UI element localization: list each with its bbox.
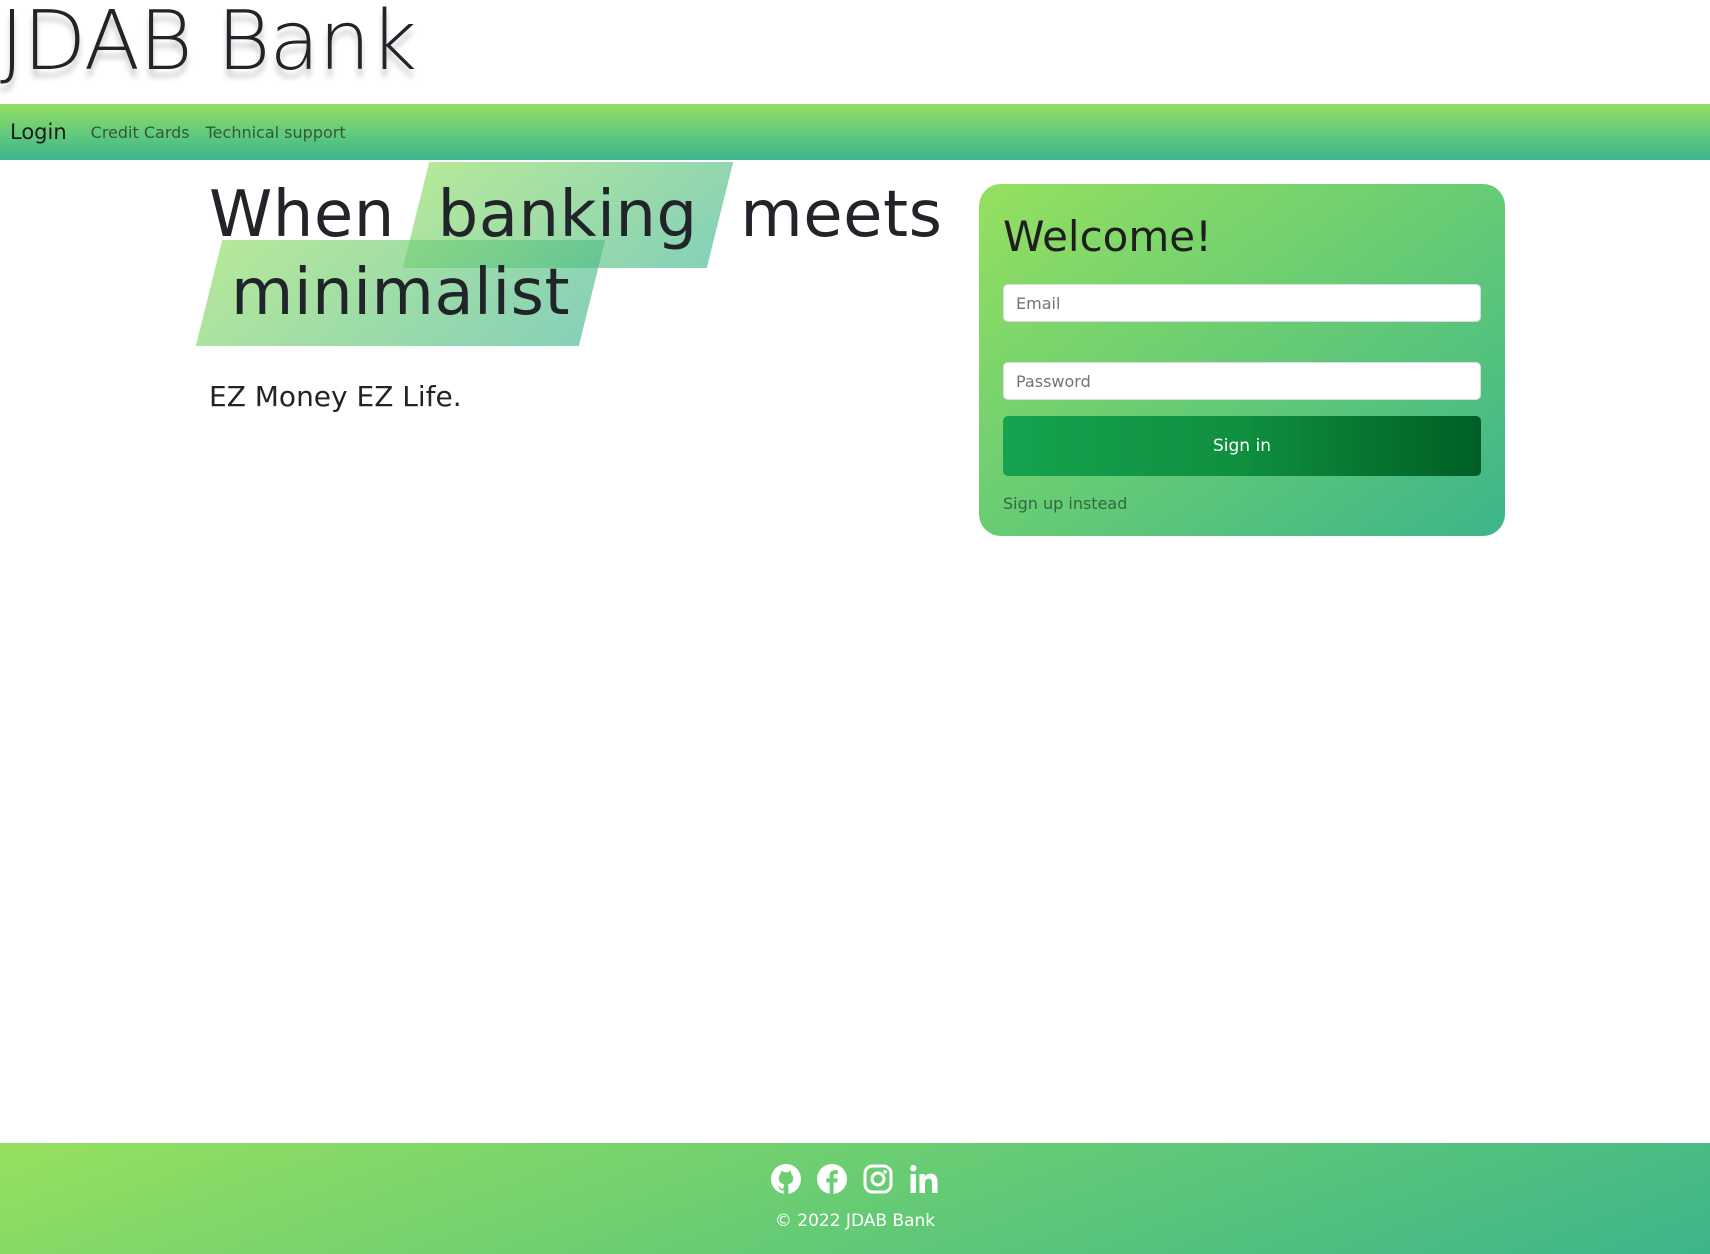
nav-link-credit-cards[interactable]: Credit Cards <box>91 123 190 142</box>
sign-up-link[interactable]: Sign up instead <box>1003 494 1127 513</box>
brand-title: JDAB Bank <box>0 0 417 89</box>
instagram-icon[interactable] <box>862 1163 894 1195</box>
login-card-title: Welcome! <box>1003 212 1212 261</box>
hero-section: When banking meets minimalist EZ Money E… <box>209 176 949 413</box>
footer: © 2022 JDAB Bank <box>0 1143 1710 1254</box>
page: JDAB Bank Login Credit Cards Technical s… <box>0 0 1710 1254</box>
email-field[interactable] <box>1003 284 1481 322</box>
linkedin-icon[interactable] <box>908 1163 940 1195</box>
github-icon[interactable] <box>770 1163 802 1195</box>
facebook-icon[interactable] <box>816 1163 848 1195</box>
nav-login-link[interactable]: Login <box>10 120 67 144</box>
login-card: Welcome! Sign in Sign up instead <box>979 184 1505 536</box>
headline-line-2: minimalist <box>209 254 949 332</box>
hero-tagline: EZ Money EZ Life. <box>209 380 462 413</box>
social-links <box>770 1163 940 1195</box>
hero-headline: When banking meets minimalist <box>209 176 949 332</box>
headline-word-meets: meets <box>740 178 943 252</box>
headline-highlight-minimalist: minimalist <box>209 254 592 332</box>
nav-link-technical-support[interactable]: Technical support <box>206 123 346 142</box>
navbar: Login Credit Cards Technical support <box>0 104 1710 160</box>
password-field[interactable] <box>1003 362 1481 400</box>
copyright-text: © 2022 JDAB Bank <box>774 1211 936 1231</box>
sign-in-button[interactable]: Sign in <box>1003 416 1481 476</box>
